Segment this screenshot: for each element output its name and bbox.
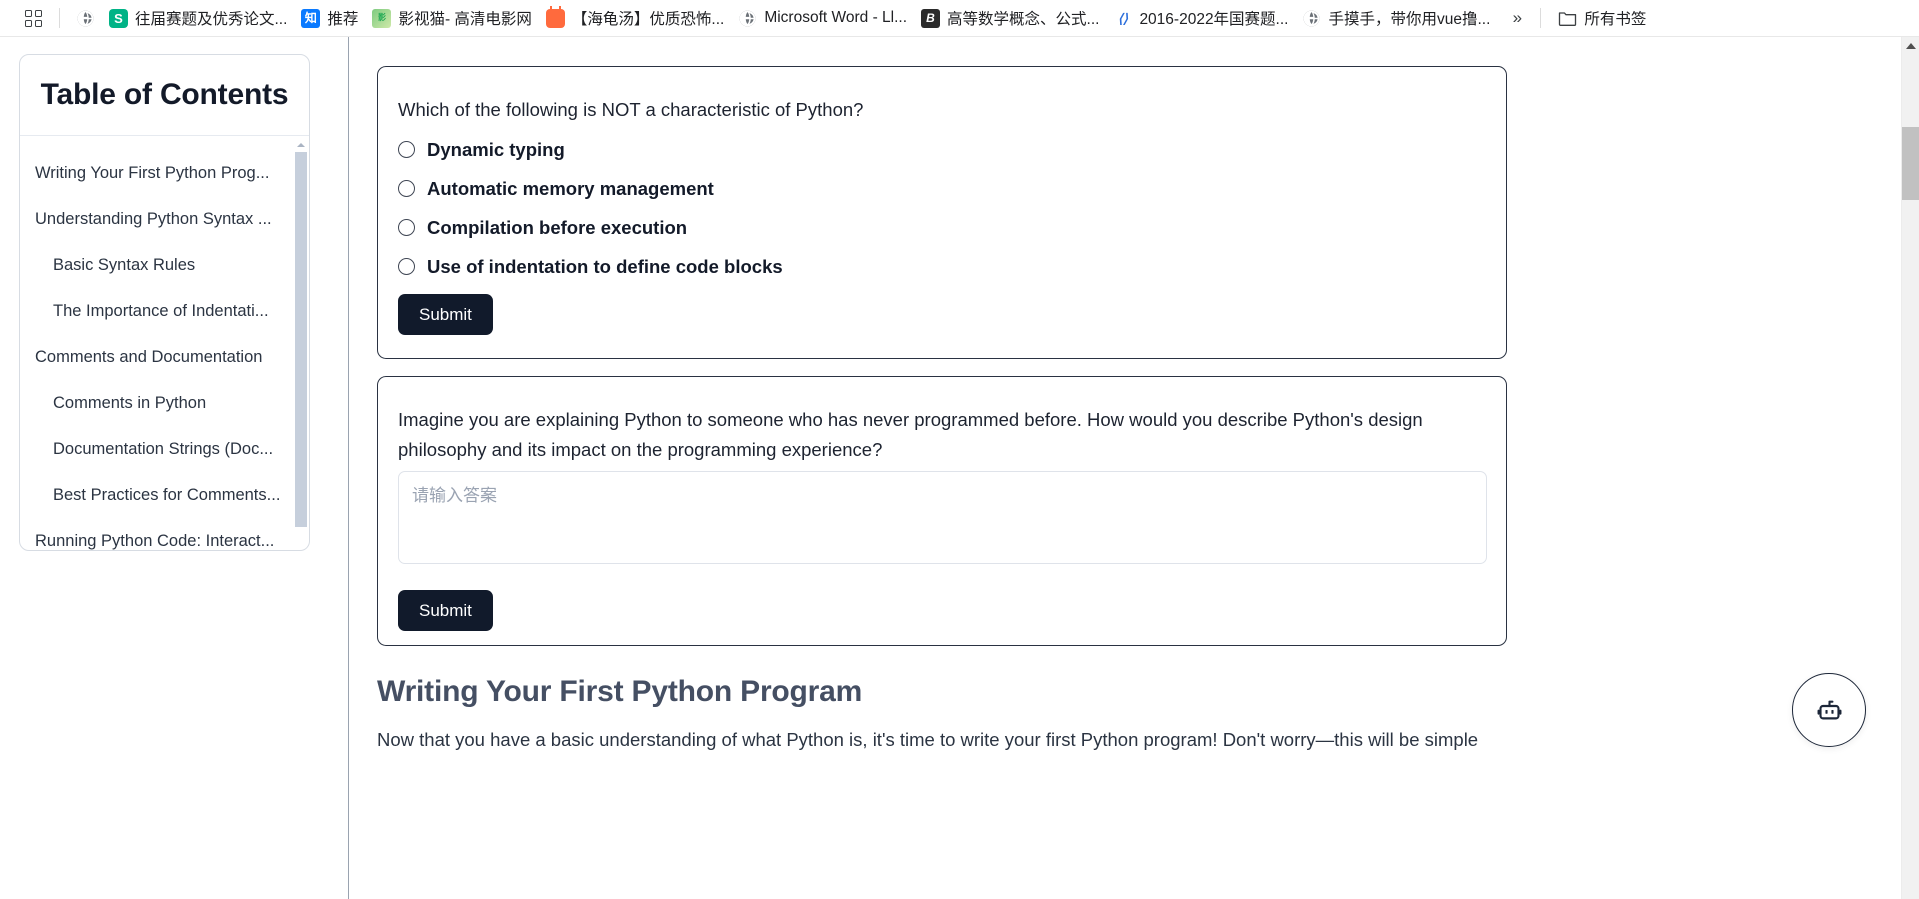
apps-grid-icon[interactable] [16,3,50,33]
toc-item-comments-in-python[interactable]: Comments in Python [20,380,309,426]
browser-bookmarks-bar: S 往届赛题及优秀论文... 知 推荐 影 影视猫- 高清电影网 【海龟汤】优质… [0,0,1919,37]
bookmark-label: 影视猫- 高清电影网 [398,7,531,29]
window-scrollbar-thumb[interactable] [1902,127,1919,200]
toc-title: Table of Contents [41,78,289,112]
quiz-option-dynamic-typing[interactable]: Dynamic typing [398,130,783,169]
table-of-contents-panel: Table of Contents Writing Your First Pyt… [19,54,310,551]
toc-item-basic-syntax-rules[interactable]: Basic Syntax Rules [20,242,309,288]
bookmark-item-3[interactable]: 【海龟汤】优质恐怖... [539,4,731,32]
toc-header: Table of Contents [20,55,309,136]
zhihu-favicon-icon: 知 [301,9,320,28]
yingshimao-favicon-icon: 影 [372,9,391,28]
quiz-option-label: Use of indentation to define code blocks [427,256,783,278]
toc-scroll-up-arrow-icon[interactable] [295,139,307,150]
quiz-options: Dynamic typing Automatic memory manageme… [398,130,783,286]
bookmark-item-7[interactable]: 手摸手，带你用vue撸... [1295,4,1497,32]
csdn-favicon-icon: ⟨⟩ [1113,9,1132,28]
toc-item-documentation-strings[interactable]: Documentation Strings (Doc... [20,426,309,472]
bookmark-label: 【海龟汤】优质恐怖... [572,7,724,29]
page-body: Table of Contents Writing Your First Pyt… [0,37,1919,899]
toc-item-best-practices-for-comments[interactable]: Best Practices for Comments... [20,472,309,518]
globe-favicon-icon [738,9,757,28]
bookmark-item-0[interactable]: S 往届赛题及优秀论文... [102,4,294,32]
quiz-option-use-of-indentation[interactable]: Use of indentation to define code blocks [398,247,783,286]
all-bookmarks-label: 所有书签 [1584,7,1646,29]
bookmark-label: 高等数学概念、公式... [947,7,1099,29]
toc-scrollbar-thumb[interactable] [295,152,307,527]
toc-item-understanding-python-syntax[interactable]: Understanding Python Syntax ... [20,196,309,242]
bookmark-divider [59,8,60,28]
quiz-option-label: Automatic memory management [427,178,714,200]
bookmark-label: 2016-2022年国赛题... [1139,7,1288,29]
quiz-option-automatic-memory-management[interactable]: Automatic memory management [398,169,783,208]
toc-item-running-python-code[interactable]: Running Python Code: Interact... [20,518,309,550]
bookmark-item-globe-first[interactable] [69,4,102,32]
section-heading: Writing Your First Python Program [377,675,862,709]
globe-favicon-icon [1302,9,1321,28]
quiz-option-label: Dynamic typing [427,139,565,161]
radio-icon[interactable] [398,258,415,275]
robot-icon [1816,697,1843,724]
ai-assistant-fab-button[interactable] [1792,673,1866,747]
quiz-option-label: Compilation before execution [427,217,687,239]
bookmark-label: 手摸手，带你用vue撸... [1328,7,1490,29]
toc-scrollbar[interactable] [295,139,307,549]
bookmark-item-4[interactable]: Microsoft Word - Ll... [731,4,914,32]
s-favicon-icon: S [109,9,128,28]
radio-icon[interactable] [398,141,415,158]
answer-textarea[interactable] [398,471,1487,564]
toc-item-the-importance-of-indentation[interactable]: The Importance of Indentati... [20,288,309,334]
quiz-question: Which of the following is NOT a characte… [398,95,1478,125]
bookmark-label: 推荐 [327,7,358,29]
bookmark-item-1[interactable]: 知 推荐 [294,4,365,32]
all-bookmarks-button[interactable]: 所有书签 [1550,4,1654,32]
bookmark-label: Microsoft Word - Ll... [764,9,907,27]
scroll-up-arrow-icon[interactable] [1902,37,1919,55]
quiz-card: Which of the following is NOT a characte… [377,66,1507,359]
window-scrollbar[interactable] [1901,37,1919,899]
toc-item-comments-and-documentation[interactable]: Comments and Documentation [20,334,309,380]
globe-icon [76,9,95,28]
radio-icon[interactable] [398,180,415,197]
bookmark-label: 往届赛题及优秀论文... [135,7,287,29]
bookmark-item-5[interactable]: B 高等数学概念、公式... [914,4,1106,32]
open-question-submit-button[interactable]: Submit [398,590,493,631]
bookmark-item-2[interactable]: 影 影视猫- 高清电影网 [365,4,538,32]
folder-icon [1558,10,1577,26]
main-content: Which of the following is NOT a characte… [348,37,1899,899]
quiz-option-compilation-before-execution[interactable]: Compilation before execution [398,208,783,247]
section-paragraph: Now that you have a basic understanding … [377,725,1777,756]
radio-icon[interactable] [398,219,415,236]
quiz-submit-button[interactable]: Submit [398,294,493,335]
open-question-text: Imagine you are explaining Python to som… [398,405,1488,464]
toc-item-writing-your-first-python-program[interactable]: Writing Your First Python Prog... [20,150,309,196]
bookmark-divider [1540,8,1541,28]
bookmark-item-6[interactable]: ⟨⟩ 2016-2022年国赛题... [1106,4,1295,32]
haiguitang-favicon-icon [546,9,565,28]
toc-list: Writing Your First Python Prog... Unders… [20,136,309,550]
bookmarks-overflow-button[interactable]: » [1503,4,1531,32]
open-question-card: Imagine you are explaining Python to som… [377,376,1507,646]
bytedance-favicon-icon: B [921,9,940,28]
